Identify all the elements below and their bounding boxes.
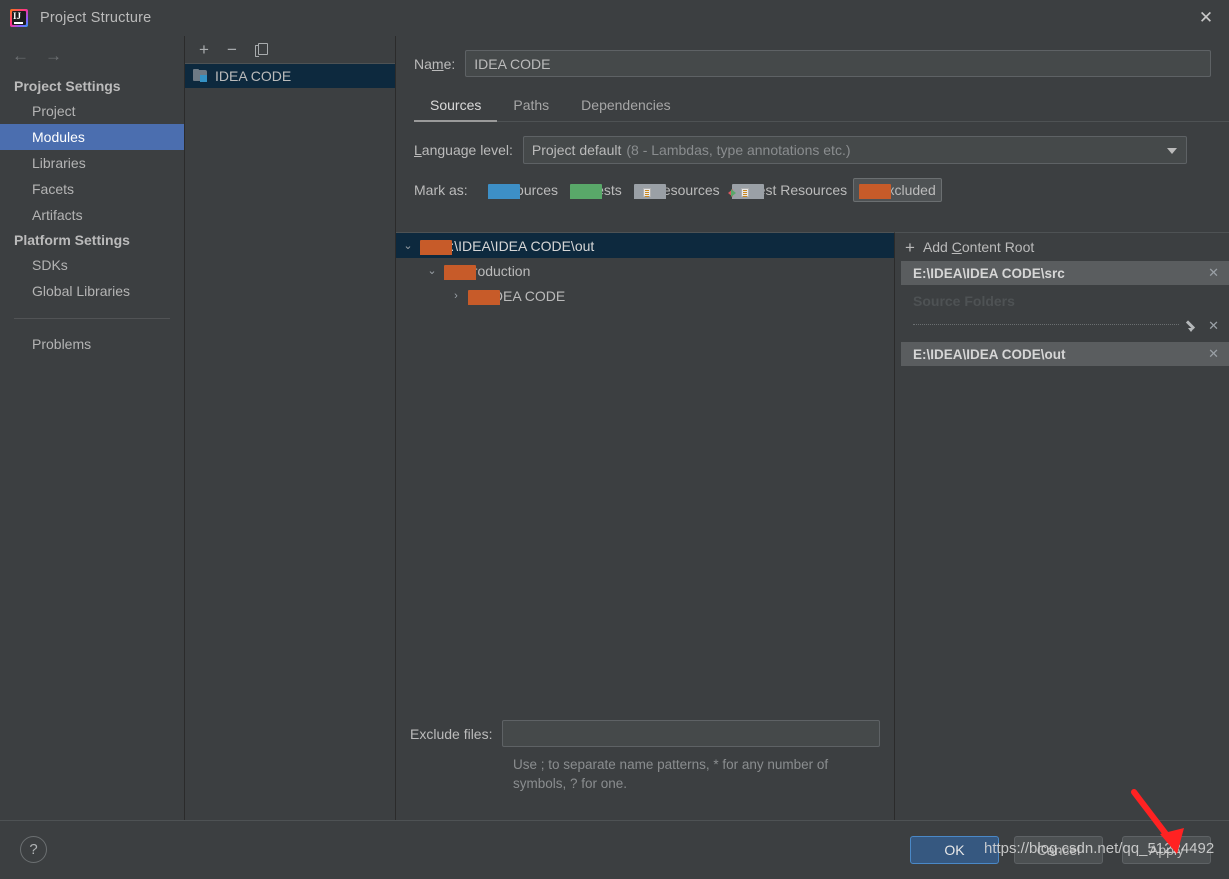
module-name-row: Name:	[396, 36, 1229, 77]
chevron-down-icon	[1167, 148, 1177, 154]
arrow-right-icon[interactable]: →	[45, 47, 62, 64]
tree-row-label: IDEA CODE	[489, 287, 566, 304]
mark-as-resources-button[interactable]: Resources	[628, 178, 726, 202]
exclude-files-hint: Use ; to separate name patterns, * for a…	[513, 757, 829, 791]
plus-icon: +	[905, 237, 915, 257]
dotted-divider	[913, 323, 1180, 325]
module-label: IDEA CODE	[215, 68, 292, 84]
dialog-body: ← → Project Settings Project Modules Lib…	[0, 36, 1229, 820]
module-name-input[interactable]	[465, 50, 1211, 77]
close-icon[interactable]: ✕	[1208, 266, 1219, 280]
mark-as-excluded-button[interactable]: Excluded	[853, 178, 942, 202]
remove-module-button[interactable]: −	[227, 41, 237, 58]
sidebar-group-platform-settings: Platform Settings	[14, 232, 130, 248]
close-icon[interactable]: ✕	[1183, 0, 1229, 36]
arrow-left-icon[interactable]: ←	[12, 47, 29, 64]
module-details-panel: Name: Sources Paths Dependencies Languag…	[396, 36, 1229, 820]
folder-orange-icon	[468, 289, 500, 305]
folder-green-icon	[570, 184, 603, 199]
folder-orange-icon	[444, 264, 476, 280]
window-title: Project Structure	[40, 10, 152, 26]
tree-row[interactable]: ⌄ production	[396, 258, 894, 283]
tab-sources[interactable]: Sources	[414, 91, 498, 122]
apply-button[interactable]: Apply	[1122, 836, 1211, 864]
sidebar-item-libraries[interactable]: Libraries	[0, 150, 184, 176]
mark-as-test-resources-label: Test Resources	[750, 182, 848, 198]
modules-toolbar: + −	[185, 36, 395, 64]
cancel-button[interactable]: Cancel	[1014, 836, 1103, 864]
mark-as-tests-button[interactable]: Tests	[564, 178, 628, 202]
tab-paths[interactable]: Paths	[497, 91, 565, 122]
language-level-combo[interactable]: Project default (8 - Lambdas, type annot…	[522, 136, 1187, 164]
content-roots-rail: + Add Content Root E:\IDEA\IDEA CODE\src…	[895, 232, 1229, 820]
module-folder-icon	[193, 69, 209, 83]
chevron-right-icon[interactable]: ›	[450, 290, 462, 302]
exclude-files-label: Exclude files:	[410, 725, 493, 742]
sidebar-item-facets[interactable]: Facets	[0, 176, 184, 202]
mark-as-row: Mark as: Sources Tests Resources Test Re…	[396, 164, 1229, 202]
copy-icon[interactable]	[254, 42, 268, 57]
sidebar-item-modules[interactable]: Modules	[0, 124, 184, 150]
exclude-files-block: Exclude files: Use ; to separate name pa…	[396, 710, 894, 820]
content-work-area: ⌄ E:\IDEA\IDEA CODE\out ⌄ production › I…	[396, 232, 1229, 820]
module-list-item[interactable]: IDEA CODE	[185, 64, 395, 88]
sidebar-item-artifacts[interactable]: Artifacts	[0, 202, 184, 228]
pencil-icon[interactable]	[1185, 319, 1200, 332]
source-folder-placeholder-row: ✕	[901, 315, 1229, 342]
sidebar-item-problems[interactable]: Problems	[0, 331, 184, 357]
content-tree-pane: ⌄ E:\IDEA\IDEA CODE\out ⌄ production › I…	[396, 232, 895, 820]
content-root-header[interactable]: E:\IDEA\IDEA CODE\out ✕	[901, 342, 1229, 366]
sidebar-item-global-libraries[interactable]: Global Libraries	[0, 278, 184, 304]
chevron-down-icon[interactable]: ⌄	[402, 240, 414, 252]
content-root-path: E:\IDEA\IDEA CODE\src	[913, 265, 1065, 281]
details-tabs: Sources Paths Dependencies	[414, 91, 1229, 122]
language-level-value: Project default	[531, 142, 622, 158]
source-folders-title: Source Folders	[913, 293, 1015, 309]
close-icon[interactable]: ✕	[1208, 347, 1219, 361]
tab-dependencies[interactable]: Dependencies	[565, 91, 687, 122]
tree-row[interactable]: ⌄ E:\IDEA\IDEA CODE\out	[396, 233, 894, 258]
language-level-label: Language level:	[414, 142, 513, 158]
content-tree[interactable]: ⌄ E:\IDEA\IDEA CODE\out ⌄ production › I…	[396, 233, 894, 710]
help-button[interactable]: ?	[20, 836, 47, 863]
mark-as-test-resources-button[interactable]: Test Resources	[726, 178, 853, 202]
module-name-label: Name:	[414, 55, 456, 72]
sidebar-item-project[interactable]: Project	[0, 98, 184, 124]
add-content-root-button[interactable]: + Add Content Root	[895, 233, 1229, 261]
exclude-files-input[interactable]	[502, 720, 880, 747]
folder-blue-icon	[487, 184, 520, 199]
folder-orange-icon	[859, 184, 892, 199]
sidebar-nav-arrows: ← →	[0, 36, 184, 74]
exclude-files-row: Exclude files:	[410, 710, 880, 747]
add-content-root-label: Add Content Root	[922, 239, 1035, 255]
chevron-down-icon[interactable]: ⌄	[426, 265, 438, 277]
language-level-detail: (8 - Lambdas, type annotations etc.)	[626, 142, 851, 158]
folder-resources-icon	[633, 184, 666, 199]
ok-button[interactable]: OK	[910, 836, 999, 864]
settings-sidebar: ← → Project Settings Project Modules Lib…	[0, 36, 185, 820]
mark-as-sources-button[interactable]: Sources	[482, 178, 564, 202]
tree-row-label: E:\IDEA\IDEA CODE\out	[441, 237, 595, 254]
intellij-idea-icon: IJ	[10, 9, 28, 27]
content-root-header[interactable]: E:\IDEA\IDEA CODE\src ✕	[901, 261, 1229, 285]
sidebar-item-sdks[interactable]: SDKs	[0, 252, 184, 278]
folder-test-resources-icon	[727, 184, 764, 199]
modules-column: + − IDEA CODE	[185, 36, 396, 820]
sidebar-group-project-settings: Project Settings	[14, 78, 121, 94]
add-module-button[interactable]: +	[199, 41, 209, 58]
mark-as-label: Mark as:	[414, 182, 468, 198]
window-titlebar: IJ Project Structure ✕	[0, 0, 1229, 36]
source-folders-section: Source Folders ✕	[901, 285, 1229, 342]
folder-orange-icon	[420, 239, 452, 255]
language-level-row: Language level: Project default (8 - Lam…	[396, 122, 1229, 164]
close-icon[interactable]: ✕	[1208, 319, 1219, 332]
tree-row[interactable]: › IDEA CODE	[396, 283, 894, 308]
content-root-path: E:\IDEA\IDEA CODE\out	[913, 346, 1066, 362]
sidebar-divider	[14, 318, 170, 319]
